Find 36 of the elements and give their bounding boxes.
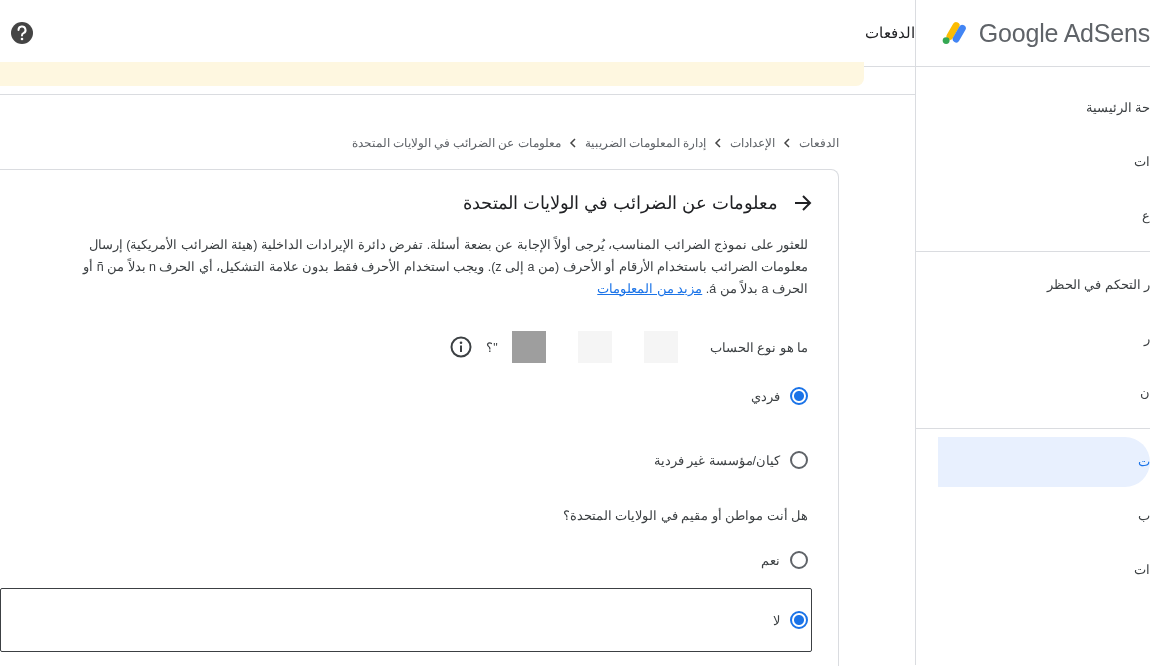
- nav-item[interactable]: ب: [916, 491, 1150, 541]
- nav-item[interactable]: ع: [916, 191, 1150, 241]
- chevron-icon: [568, 138, 577, 148]
- nav-item[interactable]: ات: [916, 545, 1150, 595]
- chevron-icon: [783, 138, 791, 148]
- breadcrumb-link[interactable]: إدارة المعلومات الضريبية: [584, 136, 706, 150]
- description-text: للعثور على نموذج الضرائب المناسب، يُرجى أولاً الإجابة عن بضعة أسئلة. تفرض دائرة الإيرادات الداخلية (هيئة الضرائب الأمريكية) إرسال معلومات الضرائب باستخدام الأرقام أو الأحرف (من a إلى z). ويجب استخدام الأحرف فقط بدون علامة التشكيل، أي الحرف n بدلاً من ñ أو الحرف a بدلاً من á. مزيد من المعلومات: [81, 235, 808, 299]
- nav-item[interactable]: ر التحكم في الحظر: [916, 260, 1150, 310]
- logo-text: Google AdSens: [978, 18, 1150, 48]
- breadcrumb-link[interactable]: الدفعات: [799, 136, 839, 150]
- nav-item[interactable]: ت: [938, 437, 1150, 487]
- nav-item[interactable]: ات: [916, 137, 1150, 187]
- form-title: معلومات عن الضرائب في الولايات المتحدة: [463, 192, 778, 214]
- radio-label: لا: [773, 612, 780, 628]
- learn-more-link[interactable]: مزيد من المعلومات: [597, 282, 703, 296]
- radio-label: فردي: [751, 388, 780, 404]
- question-label: هل أنت مواطن أو مقيم في الولايات المتحدة؟: [562, 507, 808, 523]
- breadcrumb-link[interactable]: معلومات عن الضرائب في الولايات المتحدة: [351, 136, 561, 150]
- back-arrow-icon[interactable]: [794, 195, 812, 211]
- radio-label: كيان/مؤسسة غير فردية: [653, 452, 780, 468]
- radio-button[interactable]: [790, 387, 808, 405]
- info-icon[interactable]: [450, 336, 473, 358]
- chevron-icon: [714, 138, 722, 148]
- nav-item[interactable]: ن: [916, 368, 1150, 418]
- question-mark-text: "؟: [486, 339, 498, 355]
- help-icon[interactable]: [10, 21, 34, 45]
- radio-label: نعم: [761, 552, 780, 568]
- redaction-block: [511, 331, 546, 363]
- nav-item[interactable]: حة الرئيسية: [916, 83, 1150, 133]
- radio-button[interactable]: [790, 451, 808, 469]
- radio-button[interactable]: [790, 611, 808, 629]
- question-label: ما هو نوع الحساب: [709, 339, 808, 355]
- page-title: الدفعات: [864, 24, 915, 42]
- nav-item[interactable]: ر: [916, 314, 1150, 364]
- breadcrumb-link[interactable]: الإعدادات: [730, 136, 775, 150]
- radio-button[interactable]: [790, 551, 808, 569]
